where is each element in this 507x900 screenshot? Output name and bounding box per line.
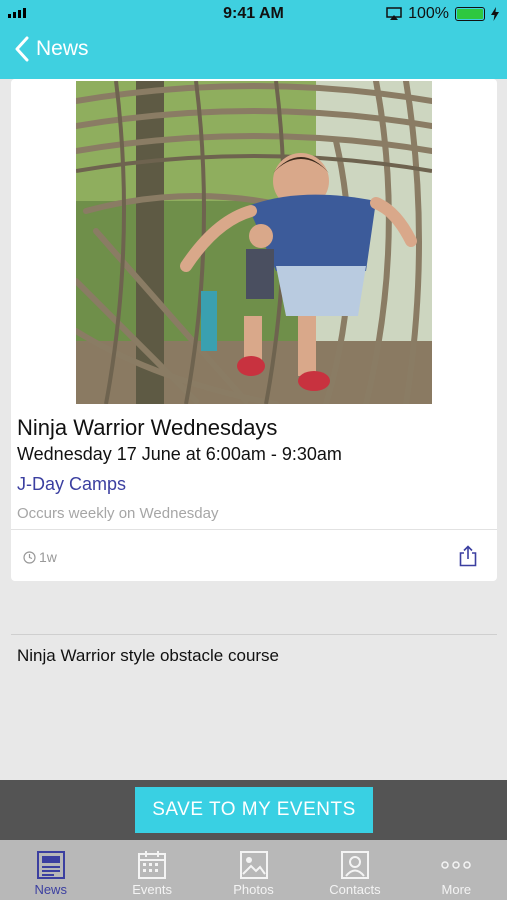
event-organization-link[interactable]: J-Day Camps xyxy=(17,474,126,495)
post-age-value: 1w xyxy=(39,549,57,565)
photo-icon xyxy=(239,851,268,879)
battery-percent: 100% xyxy=(408,5,449,22)
event-card: Ninja Warrior Wednesdays Wednesday 17 Ju… xyxy=(11,79,497,581)
back-button[interactable]: News xyxy=(14,36,89,62)
tab-bar: News Events Photos Contacts More xyxy=(0,840,507,900)
back-label: News xyxy=(36,37,89,60)
contact-card-icon xyxy=(340,851,369,879)
battery-icon xyxy=(455,7,485,21)
event-photo xyxy=(76,81,432,404)
share-button[interactable] xyxy=(459,545,477,572)
app-header: 9:41 AM 100% News xyxy=(0,0,507,79)
tab-label: Photos xyxy=(233,882,274,897)
share-icon xyxy=(459,545,477,567)
event-recurrence: Occurs weekly on Wednesday xyxy=(17,505,219,522)
ellipsis-icon xyxy=(441,861,472,869)
event-description: Ninja Warrior style obstacle course xyxy=(17,646,280,665)
tab-label: Contacts xyxy=(329,882,381,897)
calendar-icon xyxy=(138,851,167,879)
airplay-icon xyxy=(386,7,402,20)
status-right: 100% xyxy=(386,5,499,23)
save-to-my-events-button[interactable]: SAVE TO MY EVENTS xyxy=(135,787,373,833)
save-bar: SAVE TO MY EVENTS xyxy=(0,780,507,840)
description-divider xyxy=(11,634,497,635)
tab-photos[interactable]: Photos xyxy=(203,840,304,900)
card-divider xyxy=(11,529,497,530)
tab-label: News xyxy=(34,882,67,897)
event-datetime: Wednesday 17 June at 6:00am - 9:30am xyxy=(17,444,342,464)
status-bar: 9:41 AM 100% xyxy=(0,0,507,28)
tab-contacts[interactable]: Contacts xyxy=(304,840,405,900)
tab-events[interactable]: Events xyxy=(101,840,202,900)
post-age: 1w xyxy=(23,549,57,565)
tab-label: More xyxy=(441,882,472,897)
chevron-left-icon xyxy=(15,36,29,62)
tab-more[interactable]: More xyxy=(406,840,507,900)
tab-label: Events xyxy=(132,882,172,897)
event-title: Ninja Warrior Wednesdays xyxy=(17,415,278,440)
newspaper-icon xyxy=(36,851,65,879)
clock-icon xyxy=(23,550,36,564)
tab-news[interactable]: News xyxy=(0,840,101,900)
charging-bolt-icon xyxy=(491,7,499,21)
